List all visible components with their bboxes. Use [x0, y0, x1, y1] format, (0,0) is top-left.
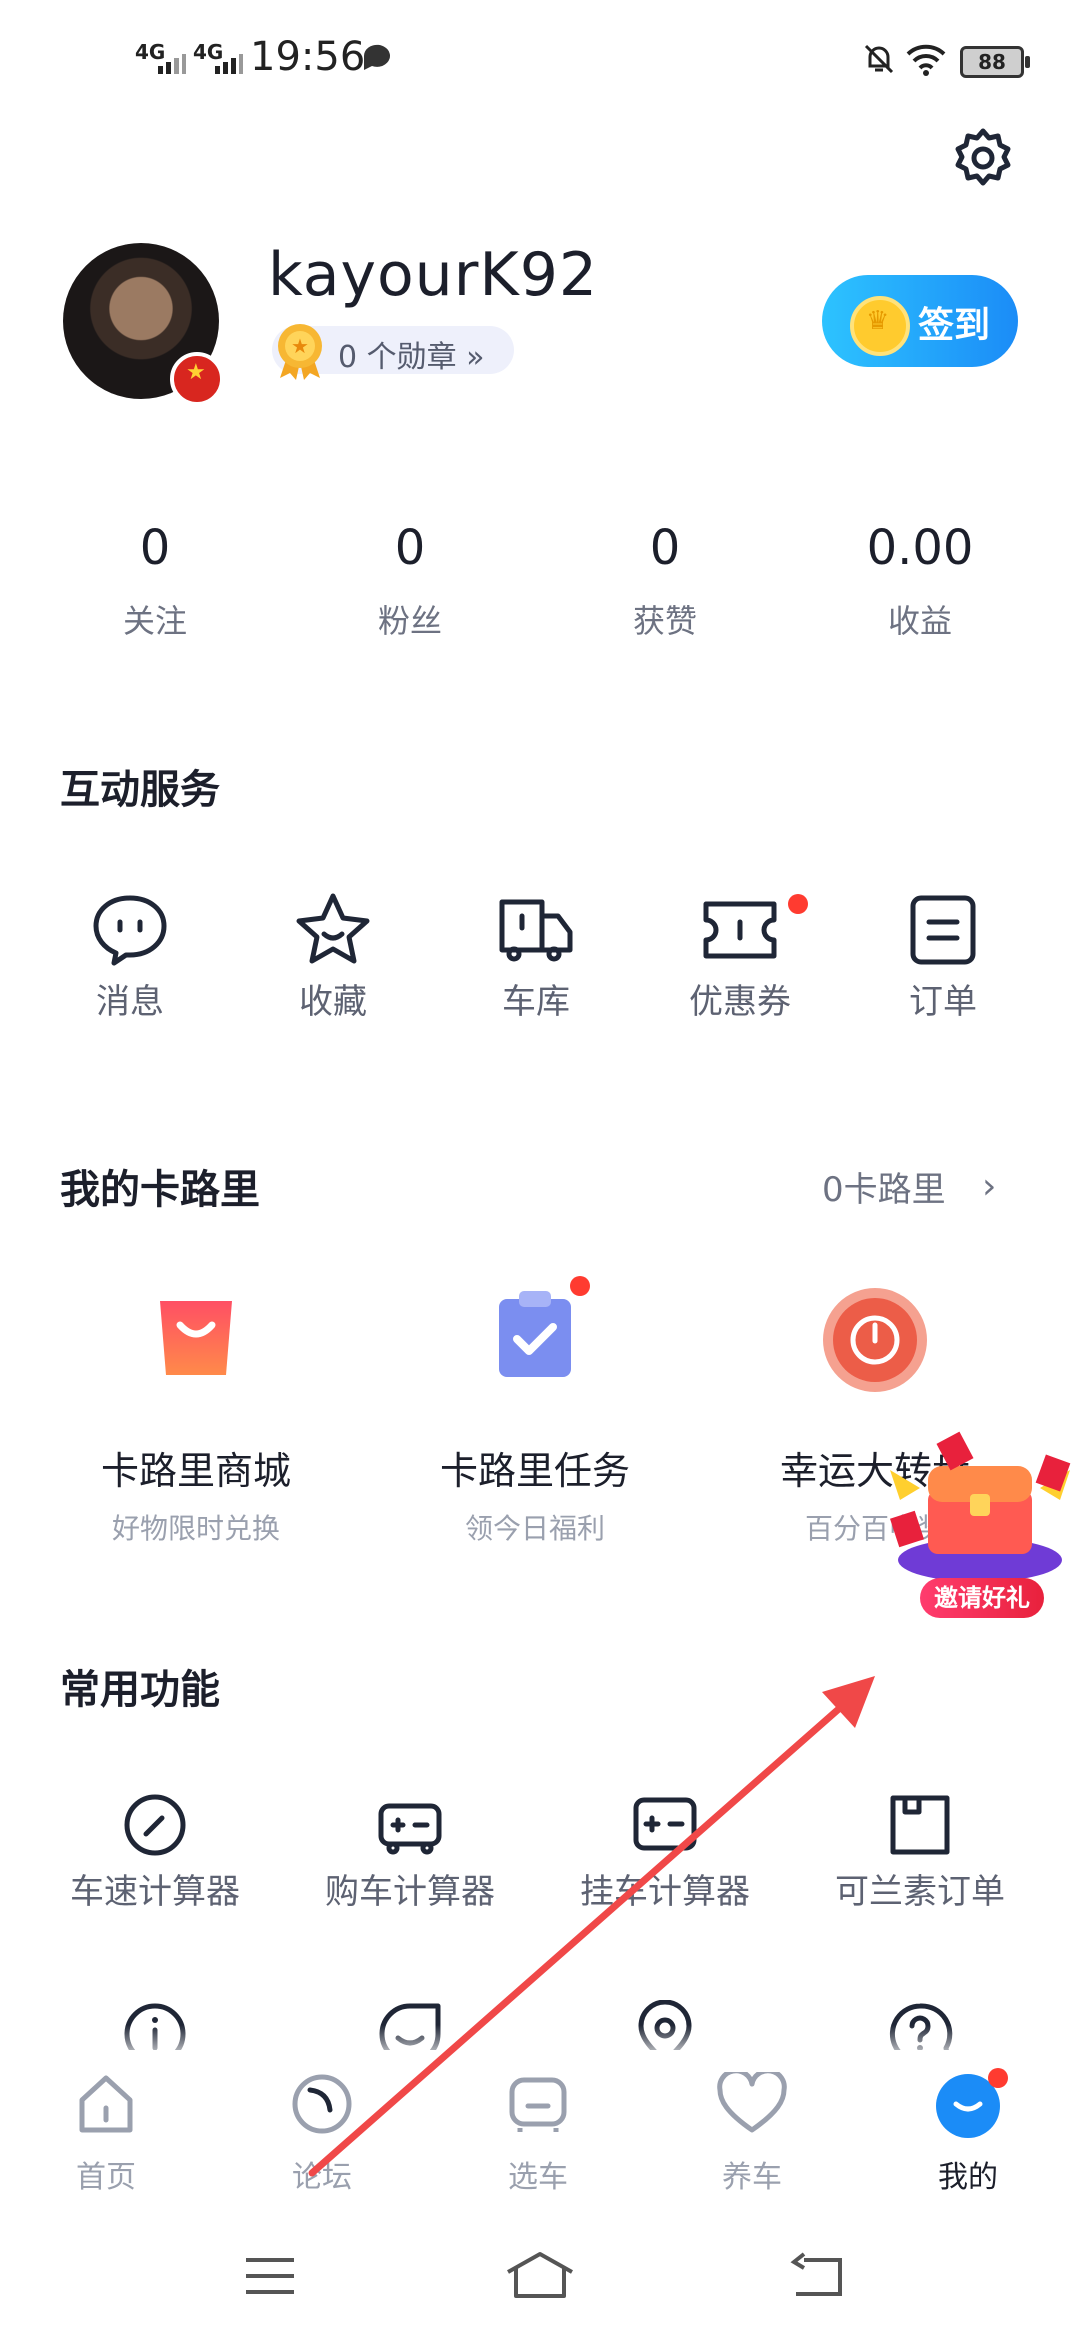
- service-label: 优惠券: [689, 982, 791, 1022]
- order-box-icon: [890, 1795, 950, 1855]
- stat-label: 获赞: [632, 602, 697, 640]
- clipboard-check-icon: [499, 1291, 571, 1377]
- checkin-label: 签到: [918, 305, 991, 346]
- calorie-balance-link[interactable]: 0卡路里: [822, 1162, 946, 1211]
- service-label: 消息: [96, 982, 164, 1022]
- card-title: 卡路里任务: [439, 1449, 630, 1493]
- service-messages[interactable]: 消息: [60, 890, 200, 1023]
- menu-icon[interactable]: [242, 2254, 298, 2298]
- car-icon: [509, 2077, 567, 2132]
- shopping-bag-icon: [160, 1301, 232, 1375]
- svg-text:★: ★: [291, 334, 309, 358]
- car-calculator-icon: [378, 1803, 442, 1855]
- stat-value: 0: [139, 520, 171, 576]
- coupon-icon: [703, 901, 777, 959]
- stat-likes[interactable]: 0 获赞: [545, 520, 785, 642]
- function-purchase-calc[interactable]: 购车计算器: [315, 1790, 505, 1913]
- card-subtitle: 领今日福利: [464, 1512, 605, 1545]
- service-favorites[interactable]: 收藏: [263, 890, 403, 1023]
- status-bar: 4G 4G 19:56 88: [0, 0, 1080, 118]
- spin-wheel-icon: [823, 1288, 927, 1392]
- function-speed-calc[interactable]: 车速计算器: [60, 1790, 250, 1913]
- order-icon: [910, 895, 976, 965]
- nav-label: 选车: [508, 2160, 568, 2195]
- function-label: 车速计算器: [70, 1872, 240, 1912]
- medal-icon: ★: [278, 324, 322, 380]
- treasure-chest-icon: [890, 1431, 1071, 1582]
- nav-car-care[interactable]: 养车: [692, 2072, 812, 2202]
- stat-fans[interactable]: 0 粉丝: [290, 520, 530, 642]
- speedometer-icon: [124, 1794, 186, 1856]
- stat-value: 0: [394, 520, 426, 576]
- nav-select-car[interactable]: 选车: [478, 2072, 598, 2202]
- stat-label: 收益: [887, 602, 952, 640]
- calorie-card-mall[interactable]: 卡路里商城 好物限时兑换: [26, 1285, 366, 1545]
- back-icon[interactable]: [790, 2252, 846, 2298]
- service-garage[interactable]: 车库: [466, 890, 606, 1023]
- clock: 19:56: [250, 34, 366, 80]
- function-label: 购车计算器: [325, 1872, 495, 1912]
- section-title-interactive: 互动服务: [60, 767, 220, 813]
- service-label: 收藏: [299, 982, 367, 1022]
- nav-label: 养车: [722, 2160, 782, 2195]
- stat-value: 0: [649, 520, 681, 576]
- stat-label: 关注: [122, 602, 187, 640]
- service-label: 车库: [502, 982, 570, 1022]
- bottom-navigation: 首页 论坛 选车 养车 我的: [0, 2050, 1080, 2230]
- nav-label: 首页: [76, 2160, 136, 2195]
- function-label: 可兰素订单: [835, 1872, 1005, 1912]
- stat-value: 0.00: [866, 520, 974, 576]
- invite-label: 邀请好礼: [920, 1578, 1044, 1618]
- trailer-calculator-icon: [633, 1797, 697, 1851]
- coin-crown-icon: [850, 296, 910, 356]
- forum-icon: [292, 2074, 352, 2134]
- stat-label: 粉丝: [377, 602, 442, 640]
- card-subtitle: 好物限时兑换: [111, 1512, 280, 1545]
- function-trailer-calc[interactable]: 挂车计算器: [570, 1790, 760, 1913]
- function-label: 挂车计算器: [580, 1872, 750, 1912]
- username[interactable]: kayourK92: [268, 240, 598, 310]
- settings-gear-icon[interactable]: [950, 125, 1016, 191]
- heart-icon: [717, 2072, 787, 2133]
- message-icon: [93, 895, 167, 966]
- garage-truck-icon: [499, 899, 573, 962]
- signal-bars-icon-2: [215, 54, 243, 74]
- nav-mine[interactable]: 我的: [908, 2068, 1028, 2202]
- calorie-card-tasks[interactable]: 卡路里任务 领今日福利: [365, 1285, 705, 1545]
- home-icon: [79, 2075, 133, 2133]
- function-adblue-orders[interactable]: 可兰素订单: [825, 1790, 1015, 1913]
- profile-notification-dot: [988, 2068, 1008, 2088]
- service-orders[interactable]: 订单: [873, 890, 1013, 1023]
- signal-bars-icon: [158, 54, 186, 74]
- section-title-common: 常用功能: [60, 1667, 220, 1713]
- service-label: 订单: [909, 982, 977, 1022]
- medal-count-label: 0 个勋章 »: [338, 340, 485, 375]
- chevron-right-icon[interactable]: ›: [982, 1166, 996, 1207]
- mute-bell-icon: [864, 44, 894, 74]
- nav-label: 论坛: [292, 2160, 352, 2195]
- nav-home[interactable]: 首页: [46, 2072, 166, 2202]
- section-title-calories: 我的卡路里: [60, 1167, 260, 1213]
- chat-bubble-icon: [363, 44, 390, 70]
- star-icon: [296, 893, 370, 964]
- battery-indicator: 88: [960, 46, 1030, 78]
- invite-gift-widget[interactable]: 邀请好礼: [880, 1430, 1080, 1630]
- coupon-notification-dot: [788, 894, 808, 914]
- stat-earnings[interactable]: 0.00 收益: [800, 520, 1040, 642]
- card-title: 卡路里商城: [100, 1449, 291, 1493]
- tasks-notification-dot: [570, 1276, 590, 1296]
- wifi-icon: [906, 44, 946, 76]
- stat-following[interactable]: 0 关注: [35, 520, 275, 642]
- system-navigation-bar: [0, 2230, 1080, 2340]
- home-system-icon[interactable]: [504, 2250, 576, 2300]
- flag-badge-icon: [170, 352, 224, 406]
- nav-label: 我的: [938, 2160, 998, 2195]
- nav-forum[interactable]: 论坛: [262, 2072, 382, 2202]
